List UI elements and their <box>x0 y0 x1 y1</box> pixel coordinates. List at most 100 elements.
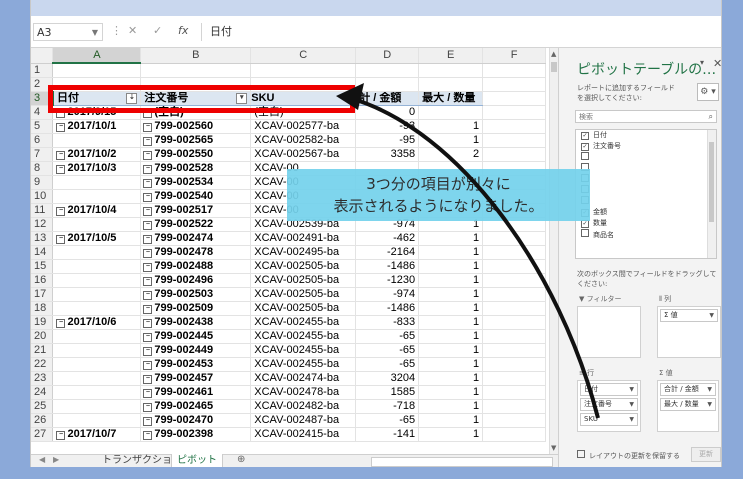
collapse-icon[interactable]: − <box>56 430 66 440</box>
field-chip[interactable]: Σ 値 ▼ <box>660 309 718 322</box>
collapse-icon[interactable]: − <box>143 332 153 342</box>
grid-cell[interactable]: -141 <box>355 427 420 442</box>
grid-cell[interactable] <box>482 315 546 330</box>
grid-cell[interactable]: −799-002438 <box>140 315 252 330</box>
grid-cell[interactable]: XCAV-002455-ba <box>250 329 357 344</box>
horizontal-scrollbar[interactable] <box>371 457 553 467</box>
grid-cell[interactable]: −2017/10/7 <box>52 427 142 442</box>
grid-cell[interactable]: XCAV-002505-ba <box>250 301 357 316</box>
grid-cell[interactable] <box>52 399 142 414</box>
row-header[interactable]: 12 <box>31 217 54 232</box>
field-item[interactable] <box>576 174 716 185</box>
grid-cell[interactable]: XCAV-002487-ba <box>250 413 357 428</box>
column-header-c[interactable]: C <box>250 48 357 64</box>
name-box[interactable]: A3 ▼ <box>33 23 103 41</box>
grid-cell[interactable]: −799-002550 <box>140 147 252 162</box>
grid-cell[interactable] <box>52 329 142 344</box>
grid-cell[interactable] <box>482 147 546 162</box>
rows-area[interactable]: 日付 ▼ 注文番号 ▼ SKU ▼ <box>577 380 641 432</box>
grid-cell[interactable]: −799-002453 <box>140 357 252 372</box>
grid-cell[interactable] <box>52 63 142 78</box>
row-header[interactable]: 11 <box>31 203 54 218</box>
grid-cell[interactable]: −799-002488 <box>140 259 252 274</box>
grid-cell[interactable]: XCAV-002455-ba <box>250 357 357 372</box>
collapse-icon[interactable]: − <box>56 150 66 160</box>
grid-cell[interactable]: −799-002445 <box>140 329 252 344</box>
grid-cell[interactable]: -65 <box>355 343 420 358</box>
chevron-down-icon[interactable]: ▼ <box>707 399 712 410</box>
grid-cell[interactable]: 1 <box>418 231 484 246</box>
grid-cell[interactable] <box>482 385 546 400</box>
grid-cell[interactable] <box>52 189 142 204</box>
field-chip[interactable]: 日付 ▼ <box>580 383 638 396</box>
row-header[interactable]: 15 <box>31 259 54 274</box>
grid-cell[interactable]: 0 <box>355 105 420 120</box>
grid-cell[interactable]: -2164 <box>355 245 420 260</box>
grid-cell[interactable]: 1 <box>418 371 484 386</box>
grid-cell[interactable]: XCAV-002582-ba <box>250 133 357 148</box>
row-header[interactable]: 16 <box>31 273 54 288</box>
update-button[interactable]: 更新 <box>691 447 721 462</box>
column-header-e[interactable]: E <box>418 48 484 64</box>
row-header[interactable]: 27 <box>31 427 54 442</box>
gear-icon[interactable]: ⚙ ▾ <box>697 83 719 101</box>
grid-cell[interactable]: XCAV-002505-ba <box>250 287 357 302</box>
grid-cell[interactable] <box>482 231 546 246</box>
row-header[interactable]: 21 <box>31 343 54 358</box>
grid-cell[interactable]: XCAV-002491-ba <box>250 231 357 246</box>
grid-cell[interactable] <box>418 105 484 120</box>
grid-cell[interactable]: −799-002503 <box>140 287 252 302</box>
field-item[interactable] <box>576 196 716 207</box>
grid-cell[interactable]: 1585 <box>355 385 420 400</box>
filter-area[interactable] <box>577 306 641 358</box>
column-header-a[interactable]: A <box>52 48 142 64</box>
grid-cell[interactable]: XCAV-002505-ba <box>250 259 357 274</box>
grid-cell[interactable]: −2017/10/4 <box>52 203 142 218</box>
field-item[interactable]: ✓ 注文番号 <box>576 141 716 152</box>
grid-cell[interactable] <box>482 77 546 92</box>
grid-cell[interactable]: -462 <box>355 231 420 246</box>
grid-cell[interactable] <box>482 133 546 148</box>
grid-cell[interactable] <box>52 217 142 232</box>
collapse-icon[interactable]: − <box>143 346 153 356</box>
grid-cell[interactable]: -65 <box>355 329 420 344</box>
grid-cell[interactable] <box>52 287 142 302</box>
pivot-header-cell[interactable]: 最大 / 数量 <box>418 91 484 106</box>
grid-cell[interactable]: −2017/10/5 <box>52 231 142 246</box>
grid-cell[interactable]: −799-002465 <box>140 399 252 414</box>
row-header[interactable]: 9 <box>31 175 54 190</box>
grid-cell[interactable]: -833 <box>355 315 420 330</box>
row-header[interactable]: 20 <box>31 329 54 344</box>
grid-cell[interactable]: -1486 <box>355 259 420 274</box>
row-header[interactable]: 6 <box>31 133 54 148</box>
grid-cell[interactable] <box>52 371 142 386</box>
collapse-icon[interactable]: − <box>143 360 153 370</box>
grid-cell[interactable] <box>52 413 142 428</box>
grid-cell[interactable]: XCAV-002474-ba <box>250 371 357 386</box>
grid-cell[interactable] <box>355 63 420 78</box>
collapse-icon[interactable]: − <box>143 318 153 328</box>
select-all-corner[interactable] <box>31 48 54 64</box>
grid-cell[interactable]: −799-002496 <box>140 273 252 288</box>
grid-cell[interactable] <box>52 133 142 148</box>
chevron-down-icon[interactable]: ▼ <box>92 24 98 42</box>
field-chip[interactable]: 合計 / 金額 ▼ <box>660 383 716 396</box>
field-search-input[interactable]: 検索 ⌕ <box>575 110 717 123</box>
grid-cell[interactable]: XCAV-002495-ba <box>250 245 357 260</box>
grid-cell[interactable]: 1 <box>418 301 484 316</box>
grid-cell[interactable]: −799-002565 <box>140 133 252 148</box>
tab-pivot[interactable]: ピボット <box>171 454 223 467</box>
field-item[interactable]: 商品名 <box>576 229 716 240</box>
row-header[interactable]: 23 <box>31 371 54 386</box>
collapse-icon[interactable]: − <box>143 136 153 146</box>
grid-cell[interactable] <box>482 301 546 316</box>
grid-cell[interactable]: −799-002509 <box>140 301 252 316</box>
pane-options-icon[interactable]: ▾ <box>700 58 704 67</box>
grid-cell[interactable]: -93 <box>355 119 420 134</box>
collapse-icon[interactable]: − <box>143 122 153 132</box>
collapse-icon[interactable]: − <box>143 402 153 412</box>
grid-cell[interactable]: −799-002470 <box>140 413 252 428</box>
collapse-icon[interactable]: − <box>143 416 153 426</box>
grid-cell[interactable] <box>482 119 546 134</box>
row-header[interactable]: 18 <box>31 301 54 316</box>
